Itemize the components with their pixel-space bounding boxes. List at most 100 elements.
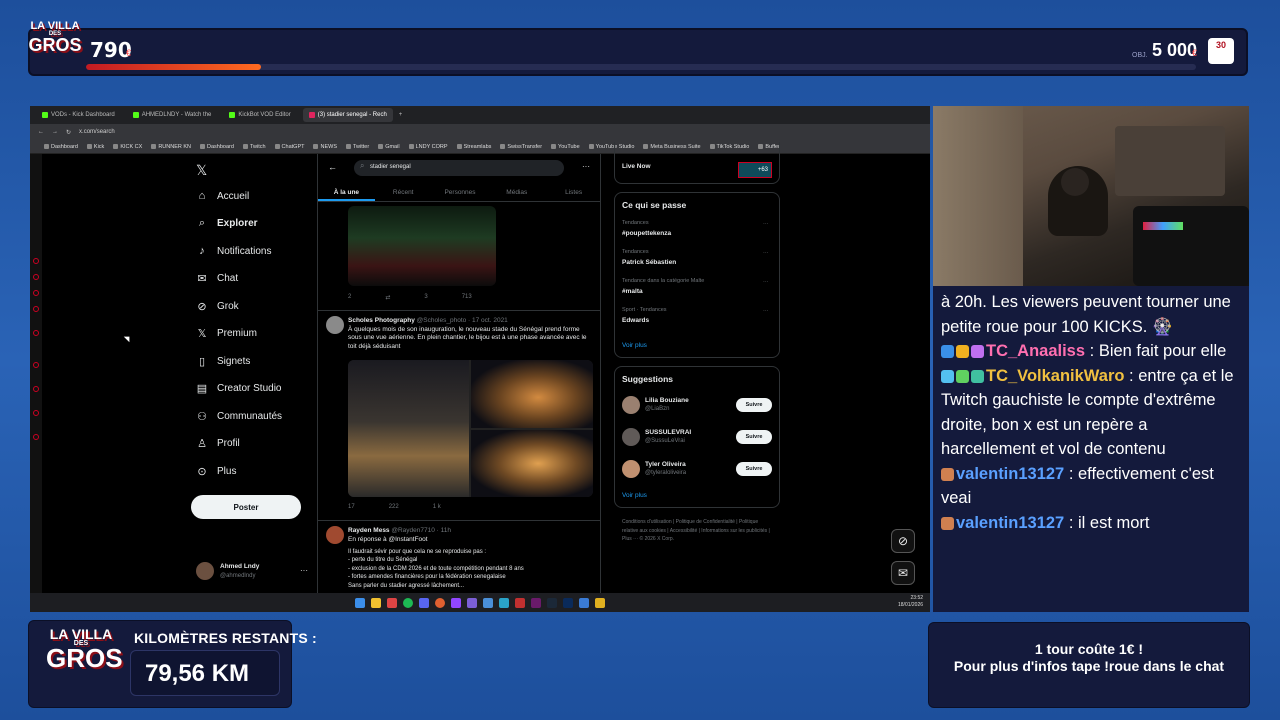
forward-icon[interactable]: →: [52, 129, 58, 135]
more-icon[interactable]: ···: [763, 308, 769, 314]
avatar[interactable]: [622, 428, 640, 446]
chat-username[interactable]: TC_VolkanikWaro: [986, 367, 1124, 385]
like-count[interactable]: 3: [424, 294, 427, 301]
sidebar-app-icon[interactable]: [33, 410, 39, 416]
premiere-icon[interactable]: [531, 597, 541, 608]
more-icon[interactable]: ···: [763, 221, 769, 227]
filter-tab[interactable]: Listes: [545, 184, 600, 201]
bookmark-item[interactable]: KICK CX: [113, 144, 142, 150]
sidebar-app-icon[interactable]: [33, 386, 39, 392]
nav-item-premium[interactable]: 𝕏 Premium: [196, 328, 257, 340]
sidebar-app-icon[interactable]: [33, 258, 39, 264]
more-icon[interactable]: ···: [582, 162, 590, 171]
sidebar-app-icon[interactable]: [33, 362, 39, 368]
bookmark-item[interactable]: LNDY CORP: [409, 144, 448, 150]
post-button[interactable]: Poster: [191, 495, 301, 519]
sidebar-app-icon[interactable]: [33, 306, 39, 312]
follow-button[interactable]: Suivre: [736, 398, 772, 412]
grok-icon[interactable]: ⊘: [891, 529, 915, 553]
app-icon[interactable]: [467, 597, 477, 608]
like-count[interactable]: 1 k: [433, 504, 441, 510]
suggestion-name[interactable]: SUSSULEVRAI: [645, 429, 691, 436]
bookmark-item[interactable]: Kick: [87, 144, 104, 150]
nav-item-explorer[interactable]: ⌕ Explorer: [196, 217, 258, 230]
steam-icon[interactable]: [547, 597, 557, 608]
browser-tab[interactable]: AHMEDLNDY - Watch the: [127, 108, 218, 122]
footer-links[interactable]: Conditions d'utilisation | Politique de …: [622, 518, 772, 544]
discord-icon[interactable]: [419, 597, 429, 608]
trends-see-more[interactable]: Voir plus: [622, 342, 647, 349]
browser-tab[interactable]: KickBot VOD Editor: [223, 108, 296, 122]
chat-username[interactable]: valentin13127: [956, 514, 1064, 532]
filter-tab[interactable]: À la une: [318, 184, 375, 201]
nav-item-communaut-s[interactable]: ⚇ Communautés: [196, 410, 282, 423]
more-icon[interactable]: ···: [763, 250, 769, 256]
avatar[interactable]: [622, 396, 640, 414]
chat-username[interactable]: valentin13127: [956, 465, 1064, 483]
suggestion-name[interactable]: Tyler Oliveira: [645, 461, 686, 468]
follow-button[interactable]: Suivre: [736, 462, 772, 476]
tweet-image[interactable]: [348, 206, 496, 286]
nav-item-creator-studio[interactable]: ▤ Creator Studio: [196, 383, 282, 395]
filter-tab[interactable]: Médias: [488, 184, 545, 201]
spotify-icon[interactable]: [403, 597, 413, 608]
avatar[interactable]: [622, 460, 640, 478]
browser-tab[interactable]: (3) stadier senegal - Rech: [302, 108, 393, 122]
x-logo-icon[interactable]: 𝕏: [196, 162, 207, 179]
browser-tab[interactable]: VODs - Kick Dashboard: [36, 108, 121, 122]
start-icon[interactable]: [355, 597, 365, 608]
tweet-author[interactable]: Scholes Photography: [348, 317, 415, 324]
bookmark-item[interactable]: ChatGPT: [275, 144, 305, 150]
live-avatars[interactable]: +63: [738, 162, 772, 178]
address-bar[interactable]: ← → ↻ x.com/search: [30, 124, 930, 140]
sidebar-app-icon[interactable]: [33, 434, 39, 440]
bookmark-item[interactable]: YouTube: [551, 144, 580, 150]
app-icon[interactable]: [483, 597, 493, 608]
trend-name[interactable]: Edwards: [622, 317, 649, 324]
avatar[interactable]: [196, 562, 214, 580]
avatar[interactable]: [326, 526, 344, 544]
twitch-icon[interactable]: [451, 597, 461, 608]
avatar[interactable]: [326, 316, 344, 334]
bookmark-item[interactable]: Twitter: [346, 144, 369, 150]
url-text[interactable]: x.com/search: [79, 129, 115, 135]
chat-username[interactable]: TC_Anaaliss: [986, 342, 1085, 360]
search-results-feed[interactable]: ← stadier senegal ⌕ ··· À la une Récent Pe…: [317, 154, 601, 599]
reply-count[interactable]: 2: [348, 294, 351, 301]
trend-name[interactable]: #malta: [622, 288, 643, 295]
firefox-icon[interactable]: [435, 597, 445, 608]
nav-item-chat[interactable]: ✉ Chat: [196, 273, 238, 285]
bookmark-item[interactable]: RUNNER KN: [151, 144, 191, 150]
sidebar-app-icon[interactable]: [33, 274, 39, 280]
back-arrow-icon[interactable]: ←: [328, 162, 337, 172]
bookmark-item[interactable]: Streamlabs: [457, 144, 492, 150]
app-icon[interactable]: [579, 597, 589, 608]
tweet-author[interactable]: Rayden Mess: [348, 527, 390, 534]
sidebar-app-icon[interactable]: [33, 290, 39, 296]
bookmark-item[interactable]: Dashboard: [200, 144, 234, 150]
chrome-icon[interactable]: [387, 597, 397, 608]
profile-name[interactable]: Ahmed Lndy: [220, 563, 259, 570]
repost-count[interactable]: 222: [389, 504, 399, 510]
nav-item-notifications[interactable]: ♪ Notifications: [196, 245, 271, 257]
more-icon[interactable]: ···: [763, 279, 769, 285]
app-icon[interactable]: [515, 597, 525, 608]
reply-to[interactable]: En réponse à @InstantFoot: [348, 536, 428, 544]
bookmark-item[interactable]: Dashboard: [44, 144, 78, 150]
taskbar-clock[interactable]: 23:52 18/01/2026: [898, 595, 923, 608]
tweet-image-grid[interactable]: [348, 360, 593, 497]
search-input[interactable]: stadier senegal: [354, 160, 564, 176]
bookmark-item[interactable]: Gmail: [378, 144, 399, 150]
trend-name[interactable]: #poupettekenza: [622, 230, 671, 237]
follow-button[interactable]: Suivre: [736, 430, 772, 444]
filter-tab[interactable]: Récent: [375, 184, 432, 201]
file-explorer-icon[interactable]: [371, 597, 381, 608]
new-tab-icon[interactable]: +: [399, 112, 403, 118]
nav-item-grok[interactable]: ⊘ Grok: [196, 300, 238, 313]
suggestions-see-more[interactable]: Voir plus: [622, 492, 647, 499]
repost-icon[interactable]: ⇄: [385, 294, 390, 301]
nav-item-accueil[interactable]: ⌂ Accueil: [196, 190, 250, 202]
nav-item-profil[interactable]: ♙ Profil: [196, 438, 240, 450]
app-icon[interactable]: [499, 597, 509, 608]
nav-item-signets[interactable]: ▯ Signets: [196, 355, 250, 368]
